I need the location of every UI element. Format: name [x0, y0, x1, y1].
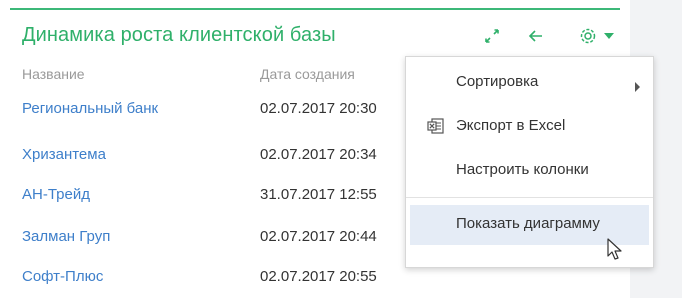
column-header-date[interactable]: Дата создания: [260, 66, 355, 82]
row-name-link[interactable]: Залман Груп: [22, 228, 110, 245]
row-name-link[interactable]: АН-Трейд: [22, 186, 90, 203]
menu-item-label: Показать диаграмму: [456, 215, 600, 232]
widget-title: Динамика роста клиентской базы: [22, 24, 336, 46]
menu-item-sort[interactable]: Сортировка: [406, 63, 653, 103]
row-date: 02.07.2017 20:30: [260, 100, 377, 117]
gear-icon[interactable]: [576, 24, 600, 48]
expand-icon[interactable]: [480, 24, 504, 48]
back-arrow-icon[interactable]: [524, 24, 548, 48]
mouse-cursor-icon: [607, 238, 623, 267]
row-date: 02.07.2017 20:55: [260, 268, 377, 285]
submenu-arrow-icon: [634, 79, 641, 97]
column-header-name[interactable]: Название: [22, 66, 85, 82]
widget-top-border: [10, 8, 620, 10]
row-date: 02.07.2017 20:34: [260, 146, 377, 163]
row-date: 31.07.2017 12:55: [260, 186, 377, 203]
row-name-link[interactable]: Софт-Плюс: [22, 268, 103, 285]
caret-down-icon[interactable]: [600, 24, 618, 48]
row-name-link[interactable]: Региональный банк: [22, 100, 158, 117]
menu-item-label: Экспорт в Excel: [456, 117, 566, 134]
row-name-link[interactable]: Хризантема: [22, 146, 106, 163]
menu-divider: [406, 197, 653, 198]
menu-item-label: Настроить колонки: [456, 161, 589, 178]
menu-item-configure-columns[interactable]: Настроить колонки: [406, 151, 653, 191]
menu-item-export-excel[interactable]: Экспорт в Excel: [406, 107, 653, 147]
row-date: 02.07.2017 20:44: [260, 228, 377, 245]
settings-dropdown-menu: Сортировка Экспорт в Excel Настроить кол…: [405, 56, 654, 268]
menu-item-label: Сортировка: [456, 73, 539, 90]
excel-icon: [426, 116, 446, 141]
